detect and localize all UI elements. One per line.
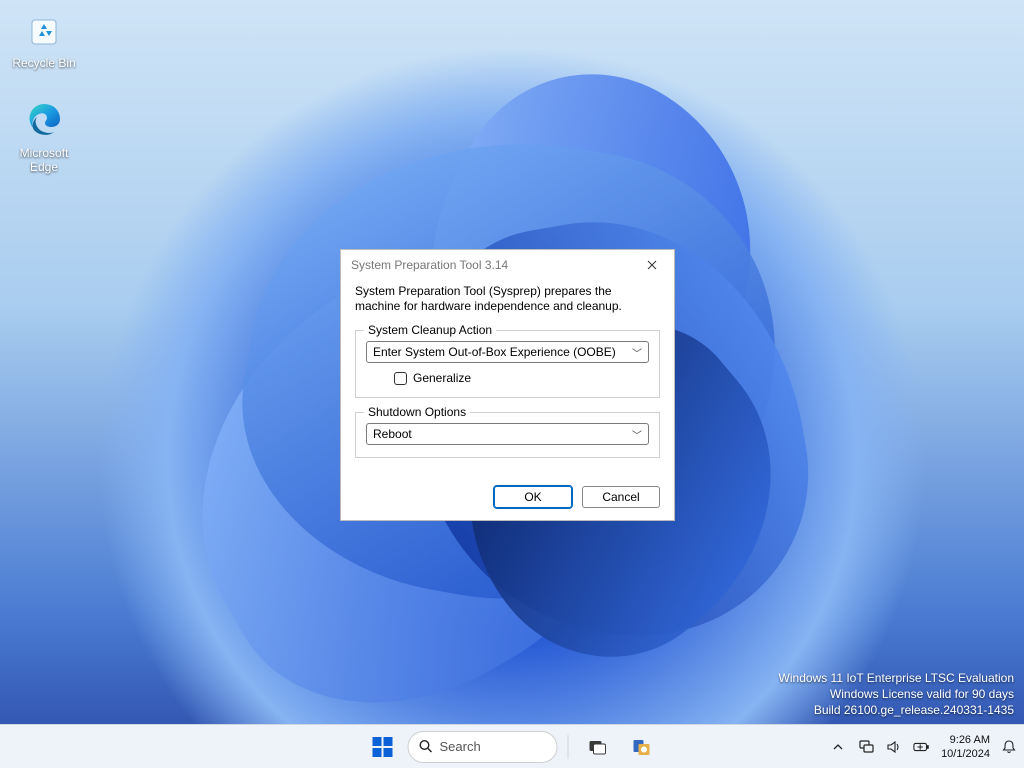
chevron-down-icon: ﹀ xyxy=(632,345,642,360)
tray-battery[interactable] xyxy=(913,738,931,756)
chevron-down-icon: ﹀ xyxy=(632,427,642,442)
ok-button[interactable]: OK xyxy=(494,486,572,508)
tray-volume[interactable] xyxy=(885,738,903,756)
task-view-icon xyxy=(588,737,608,757)
tray-time: 9:26 AM xyxy=(941,733,990,747)
start-button[interactable] xyxy=(364,729,402,765)
dialog-titlebar[interactable]: System Preparation Tool 3.14 xyxy=(341,250,674,280)
group-label: System Cleanup Action xyxy=(364,323,496,337)
shutdown-option-select[interactable]: Reboot ﹀ xyxy=(366,423,649,445)
search-placeholder: Search xyxy=(440,739,481,754)
group-label: Shutdown Options xyxy=(364,405,470,419)
combo-value: Reboot xyxy=(373,427,412,441)
desktop-icon-recycle-bin[interactable]: Recycle Bin xyxy=(6,8,82,70)
system-tray: 9:26 AM 10/1/2024 xyxy=(829,733,1018,761)
sysprep-dialog: System Preparation Tool 3.14 System Prep… xyxy=(340,249,675,521)
battery-plug-icon xyxy=(913,740,931,754)
tray-overflow[interactable] xyxy=(829,738,847,756)
cleanup-action-select[interactable]: Enter System Out-of-Box Experience (OOBE… xyxy=(366,341,649,363)
tray-notifications[interactable] xyxy=(1000,738,1018,756)
windows-logo-icon xyxy=(372,736,394,758)
desktop-icon-edge[interactable]: Microsoft Edge xyxy=(6,98,82,174)
combo-value: Enter System Out-of-Box Experience (OOBE… xyxy=(373,345,616,359)
close-button[interactable] xyxy=(636,253,668,277)
recycle-bin-icon xyxy=(22,8,66,52)
evaluation-watermark: Windows 11 IoT Enterprise LTSC Evaluatio… xyxy=(779,670,1014,718)
edge-icon xyxy=(22,98,66,142)
tray-date: 10/1/2024 xyxy=(941,747,990,761)
desktop-icon-label: Microsoft Edge xyxy=(6,146,82,174)
group-shutdown-options: Shutdown Options Reboot ﹀ xyxy=(355,412,660,458)
network-icon xyxy=(858,738,875,755)
search-icon xyxy=(419,739,434,754)
speaker-icon xyxy=(886,739,902,755)
taskbar-app-sysprep[interactable] xyxy=(623,729,661,765)
sysprep-app-icon xyxy=(631,736,653,758)
desktop-icon-label: Recycle Bin xyxy=(6,56,82,70)
chevron-up-icon xyxy=(832,741,844,753)
close-icon xyxy=(647,260,657,270)
generalize-label: Generalize xyxy=(413,371,471,385)
generalize-checkbox[interactable] xyxy=(394,372,407,385)
taskbar: Search xyxy=(0,724,1024,768)
bell-icon xyxy=(1001,739,1017,755)
dialog-title: System Preparation Tool 3.14 xyxy=(351,258,636,272)
dialog-description: System Preparation Tool (Sysprep) prepar… xyxy=(355,284,660,314)
cancel-button[interactable]: Cancel xyxy=(582,486,660,508)
tray-network[interactable] xyxy=(857,738,875,756)
taskbar-search[interactable]: Search xyxy=(408,731,558,763)
taskbar-task-view[interactable] xyxy=(579,729,617,765)
group-system-cleanup: System Cleanup Action Enter System Out-o… xyxy=(355,330,660,398)
taskbar-separator xyxy=(568,735,569,759)
tray-clock[interactable]: 9:26 AM 10/1/2024 xyxy=(941,733,990,761)
